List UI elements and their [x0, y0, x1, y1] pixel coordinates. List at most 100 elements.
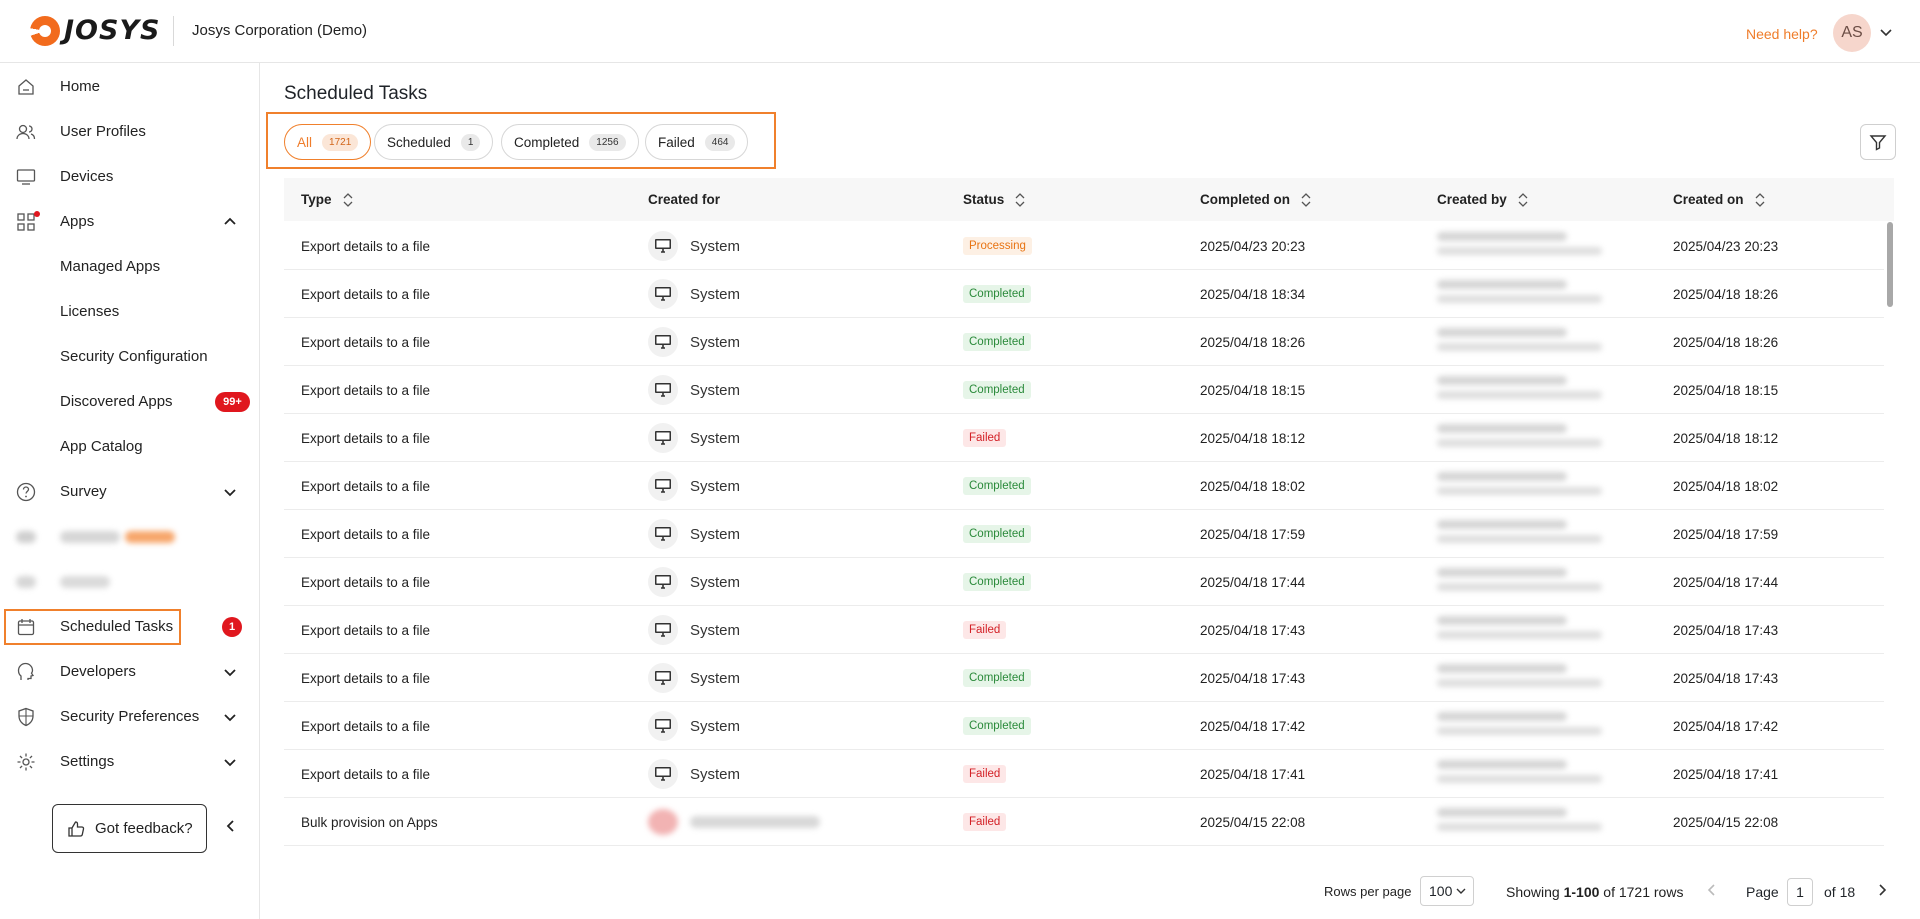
user-avatar[interactable]: AS	[1833, 14, 1871, 52]
status-badge: Completed	[963, 573, 1031, 591]
status-cell: Completed	[963, 462, 1031, 510]
table-row[interactable]: Bulk provision on Apps Failed 2025/04/15 2…	[284, 798, 1884, 846]
table-row[interactable]: Export details to a file System Completed 2…	[284, 462, 1884, 510]
sort-icon[interactable]	[1014, 192, 1026, 208]
sidebar-item-security-configuration[interactable]: Security Configuration	[0, 334, 260, 379]
chevron-down-icon[interactable]	[222, 709, 238, 725]
table-row[interactable]: Export details to a file System Completed 2…	[284, 558, 1884, 606]
question-circle-icon	[16, 482, 36, 502]
created-for-cell: System	[648, 702, 740, 750]
sidebar-item-settings[interactable]: Settings	[0, 739, 260, 784]
sidebar-item-label: Apps	[60, 213, 95, 230]
created-on-text: 2025/04/18 17:44	[1673, 574, 1779, 590]
next-page-icon[interactable]	[1874, 882, 1890, 898]
type-text: Bulk provision on Apps	[301, 814, 438, 830]
sidebar-item-redacted[interactable]	[0, 514, 260, 559]
sidebar-item-label: Devices	[60, 168, 114, 185]
sidebar-item-redacted[interactable]	[0, 559, 260, 604]
completed-on-cell: 2025/04/18 17:42	[1200, 702, 1305, 750]
computer-icon	[648, 231, 678, 261]
sidebar-item-developers[interactable]: Developers	[0, 649, 260, 694]
completed-on-text: 2025/04/18 18:26	[1200, 334, 1306, 350]
computer-icon	[648, 759, 678, 789]
computer-icon	[648, 279, 678, 309]
filter-button[interactable]	[1860, 124, 1896, 160]
chevron-down-icon[interactable]	[1878, 24, 1894, 40]
table-row[interactable]: Export details to a file System Completed 2…	[284, 702, 1884, 750]
type-text: Export details to a file	[301, 526, 431, 542]
created-on-text: 2025/04/18 18:02	[1673, 478, 1779, 494]
status-cell: Processing	[963, 222, 1032, 270]
sidebar-item-scheduled-tasks[interactable]: Scheduled Tasks 1	[0, 604, 260, 649]
tab-failed[interactable]: Failed 464	[645, 124, 749, 160]
table-row[interactable]: Export details to a file System Completed 2…	[284, 366, 1884, 414]
created-for-cell: System	[648, 510, 740, 558]
completed-on-text: 2025/04/18 18:02	[1200, 478, 1306, 494]
table-row[interactable]: Export details to a file System Failed 2025…	[284, 414, 1884, 462]
tab-scheduled[interactable]: Scheduled 1	[374, 124, 494, 160]
collapse-sidebar-icon[interactable]	[223, 818, 239, 834]
sort-icon[interactable]	[1754, 192, 1766, 208]
sidebar-item-discovered-apps[interactable]: Discovered Apps 99+	[0, 379, 260, 424]
column-header-created-by[interactable]: Created by	[1437, 178, 1529, 221]
sidebar-item-security-preferences[interactable]: Security Preferences	[0, 694, 260, 739]
sidebar-item-managed-apps[interactable]: Managed Apps	[0, 244, 260, 289]
sort-icon[interactable]	[1517, 192, 1529, 208]
rows-per-page-select[interactable]: 100	[1420, 876, 1474, 906]
tab-all[interactable]: All 1721	[284, 124, 372, 160]
tab-label: Scheduled	[387, 134, 451, 150]
top-bar: JOSYS Josys Corporation (Demo) Need help…	[0, 0, 1920, 63]
completed-on-cell: 2025/04/15 22:08	[1200, 798, 1305, 846]
table-scrollbar[interactable]	[1887, 222, 1893, 307]
redacted-label	[60, 575, 110, 588]
status-badge: Completed	[963, 525, 1031, 543]
column-header-created-on[interactable]: Created on	[1673, 178, 1766, 221]
sidebar-item-label: Security Preferences	[60, 708, 200, 725]
table-row[interactable]: Export details to a file System Completed 2…	[284, 654, 1884, 702]
table-row[interactable]: Export details to a file System Failed 2025…	[284, 606, 1884, 654]
chevron-down-icon[interactable]	[222, 754, 238, 770]
need-help-link[interactable]: Need help?	[1746, 26, 1818, 42]
gear-icon	[16, 752, 36, 772]
type-text: Export details to a file	[301, 382, 431, 398]
sidebar-item-survey[interactable]: Survey	[0, 469, 260, 514]
type-cell: Export details to a file	[301, 702, 430, 750]
josys-logo[interactable]: JOSYS	[30, 15, 160, 46]
completed-on-text: 2025/04/15 22:08	[1200, 814, 1306, 830]
column-header-status[interactable]: Status	[963, 178, 1026, 221]
sidebar-item-devices[interactable]: Devices	[0, 154, 260, 199]
chevron-down-icon[interactable]	[222, 664, 238, 680]
type-cell: Export details to a file	[301, 270, 430, 318]
organization-name: Josys Corporation (Demo)	[192, 22, 368, 39]
sort-icon[interactable]	[342, 192, 354, 208]
previous-page-icon[interactable]	[1704, 882, 1720, 898]
sidebar-item-licenses[interactable]: Licenses	[0, 289, 260, 334]
sidebar-item-user-profiles[interactable]: User Profiles	[0, 109, 260, 154]
column-header-type[interactable]: Type	[301, 178, 354, 221]
table-row[interactable]: Export details to a file System Processing…	[284, 222, 1884, 270]
table-row[interactable]: Export details to a file System Failed 2025…	[284, 750, 1884, 798]
page-number-input[interactable]: 1	[1787, 878, 1813, 906]
filter-icon	[1869, 135, 1887, 151]
type-text: Export details to a file	[301, 766, 431, 782]
sidebar-item-apps[interactable]: Apps	[0, 199, 260, 244]
created-on-text: 2025/04/23 20:23	[1673, 238, 1779, 254]
status-cell: Failed	[963, 798, 1007, 846]
computer-icon	[648, 327, 678, 357]
users-icon	[16, 122, 36, 142]
sidebar-item-home[interactable]: Home	[0, 64, 260, 109]
chevron-down-icon[interactable]	[222, 484, 238, 500]
table-row[interactable]: Export details to a file System Completed 2…	[284, 270, 1884, 318]
column-header-completed-on[interactable]: Completed on	[1200, 178, 1312, 221]
sidebar-item-label: Licenses	[60, 303, 120, 320]
table-row[interactable]: Export details to a file System Completed 2…	[284, 318, 1884, 366]
tab-completed[interactable]: Completed 1256	[501, 124, 639, 160]
sidebar-item-app-catalog[interactable]: App Catalog	[0, 424, 260, 469]
chevron-up-icon[interactable]	[222, 214, 238, 230]
sort-icon[interactable]	[1300, 192, 1312, 208]
created-for-label: System	[690, 381, 741, 399]
table-row[interactable]: Export details to a file System Completed 2…	[284, 510, 1884, 558]
feedback-button[interactable]: Got feedback?	[52, 804, 207, 853]
monitor-icon	[16, 167, 36, 187]
created-on-text: 2025/04/18 18:26	[1673, 286, 1779, 302]
